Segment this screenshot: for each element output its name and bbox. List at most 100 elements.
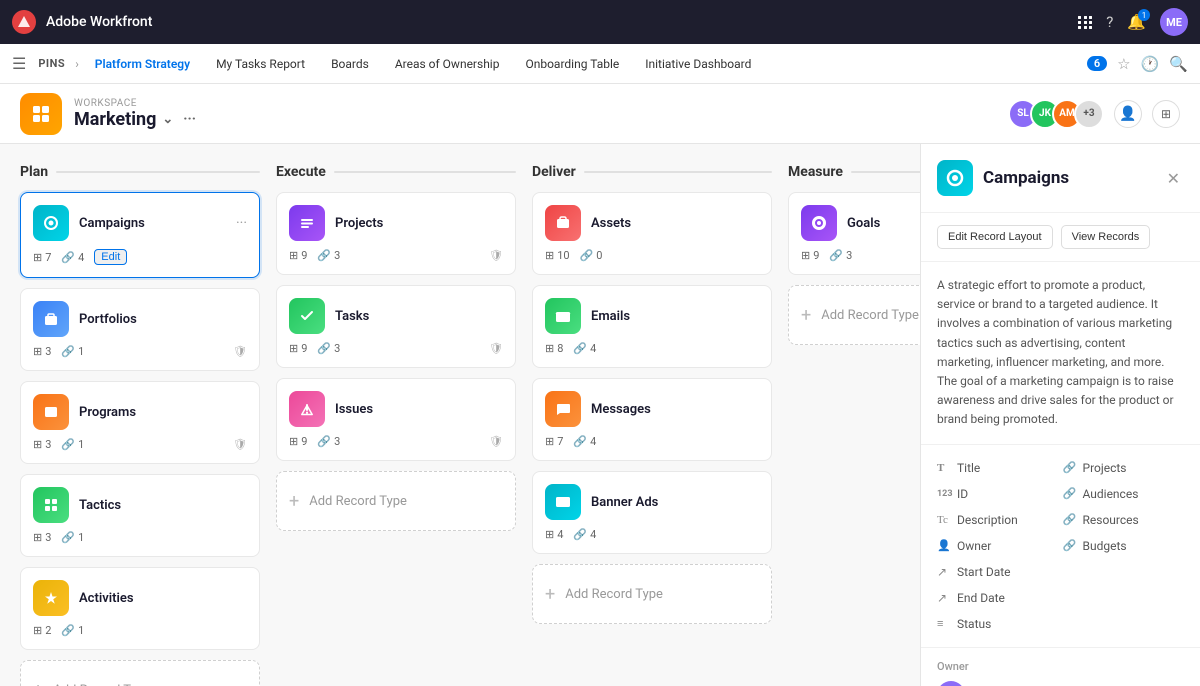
search-icon[interactable]: 🔍 <box>1169 55 1188 73</box>
panel-campaigns-icon <box>937 160 973 196</box>
app-logo <box>12 10 36 34</box>
tactics-icon <box>33 487 69 523</box>
add-measure-icon: + <box>801 305 811 326</box>
pins-bar: ☰ PINS › Platform Strategy My Tasks Repo… <box>0 44 1200 84</box>
field-budgets-link: 🔗 Budgets <box>1063 537 1185 555</box>
banner-ads-icon <box>545 484 581 520</box>
edit-layout-button[interactable]: Edit Record Layout <box>937 225 1053 249</box>
workspace-label: WORKSPACE <box>74 98 196 109</box>
id-type-icon: 123 <box>937 489 951 499</box>
detail-panel: Campaigns ✕ Edit Record Layout View Reco… <box>920 144 1200 686</box>
activities-icon <box>33 580 69 616</box>
add-record-deliver[interactable]: + Add Record Type <box>532 564 772 624</box>
panel-actions: Edit Record Layout View Records <box>921 213 1200 262</box>
card-activities[interactable]: Activities ⊞ 2 🔗 1 <box>20 567 260 650</box>
app-name: Adobe Workfront <box>46 14 152 30</box>
board-area: Plan Campaigns ··· ⊞ 7 <box>0 144 920 686</box>
campaigns-more-icon[interactable]: ··· <box>236 215 247 231</box>
emails-title: Emails <box>591 309 759 324</box>
panel-header: Campaigns ✕ <box>921 144 1200 213</box>
add-plan-label: Add Record Type <box>53 683 151 686</box>
grid-icon[interactable] <box>1078 16 1092 29</box>
field-audiences-link: 🔗 Audiences <box>1063 485 1185 503</box>
tactics-title: Tactics <box>79 498 247 513</box>
user-avatar[interactable]: ME <box>1160 8 1188 36</box>
audiences-link-icon: 🔗 <box>1063 487 1077 500</box>
field-id: 123 ID <box>937 485 1059 503</box>
tasks-shield-icon: 🛡 <box>489 342 503 355</box>
card-messages[interactable]: Messages ⊞ 7 🔗 4 <box>532 378 772 461</box>
add-record-plan[interactable]: + Add Record Type <box>20 660 260 686</box>
owner-row: SL Sarah Lieschman + <box>937 681 1184 686</box>
goals-icon <box>801 205 837 241</box>
column-deliver: Deliver Assets ⊞ 10 <box>532 164 772 666</box>
field-projects-link: 🔗 Projects <box>1063 459 1185 477</box>
card-assets[interactable]: Assets ⊞ 10 🔗 0 <box>532 192 772 275</box>
panel-fields: T Title 🔗 Projects 123 ID 🔗 Audiences Tc <box>921 445 1200 647</box>
workspace-name: Marketing ⌄ ··· <box>74 109 196 130</box>
end-date-icon: ↗ <box>937 591 951 605</box>
star-icon[interactable]: ☆ <box>1117 55 1130 73</box>
workspace-right: SL JK AM +3 👤 ⊞ <box>1008 99 1180 129</box>
column-plan: Plan Campaigns ··· ⊞ 7 <box>20 164 260 666</box>
card-tasks[interactable]: Tasks ⊞ 9 🔗 3 🛡 <box>276 285 516 368</box>
add-deliver-icon: + <box>545 584 555 605</box>
bell-icon[interactable]: 🔔 1 <box>1127 13 1146 31</box>
field-title: T Title <box>937 459 1059 477</box>
pin-initiative-dashboard[interactable]: Initiative Dashboard <box>635 53 761 75</box>
owner-section-label: Owner <box>937 660 1184 673</box>
view-records-button[interactable]: View Records <box>1061 225 1151 249</box>
field-resources-link: 🔗 Resources <box>1063 511 1185 529</box>
goals-title: Goals <box>847 216 920 231</box>
help-icon[interactable]: ? <box>1106 13 1113 31</box>
share-button[interactable]: 👤 <box>1114 100 1142 128</box>
campaigns-icon <box>33 205 69 241</box>
panel-close-button[interactable]: ✕ <box>1163 165 1184 192</box>
field-start-date: ↗ Start Date <box>937 563 1059 581</box>
add-record-execute[interactable]: + Add Record Type <box>276 471 516 531</box>
pin-areas-ownership[interactable]: Areas of Ownership <box>385 53 510 75</box>
field-description: Tc Description <box>937 511 1059 529</box>
card-issues[interactable]: Issues ⊞ 9 🔗 3 🛡 <box>276 378 516 461</box>
column-execute: Execute Projects ⊞ 9 <box>276 164 516 666</box>
card-campaigns-top: Campaigns ··· <box>33 205 247 241</box>
pin-onboarding-table[interactable]: Onboarding Table <box>515 53 629 75</box>
messages-icon <box>545 391 581 427</box>
card-emails[interactable]: Emails ⊞ 8 🔗 4 <box>532 285 772 368</box>
portfolios-title: Portfolios <box>79 312 247 327</box>
projects-link-icon: 🔗 <box>1063 461 1077 474</box>
workspace-more-icon[interactable]: ··· <box>183 111 196 127</box>
card-campaigns[interactable]: Campaigns ··· ⊞ 7 🔗 4 true Edit <box>20 192 260 278</box>
top-navigation: Adobe Workfront ? 🔔 1 ME <box>0 0 1200 44</box>
budgets-link-icon: 🔗 <box>1063 539 1077 552</box>
title-type-icon: T <box>937 462 951 474</box>
card-banner-ads[interactable]: Banner Ads ⊞ 4 🔗 4 <box>532 471 772 554</box>
card-portfolios[interactable]: Portfolios ⊞ 3 🔗 1 🛡 <box>20 288 260 371</box>
campaigns-edit-button[interactable]: Edit <box>94 249 127 265</box>
pin-platform-strategy[interactable]: Platform Strategy <box>85 53 200 75</box>
issues-shield-icon: 🛡 <box>489 435 503 448</box>
issues-icon <box>289 391 325 427</box>
projects-shield-icon: 🛡 <box>489 249 503 262</box>
avatar-extra-count: +3 <box>1074 99 1104 129</box>
column-plan-header: Plan <box>20 164 260 180</box>
plan-cards: Campaigns ··· ⊞ 7 🔗 4 true Edit <box>20 192 260 686</box>
card-tactics[interactable]: Tactics ⊞ 3 🔗 1 <box>20 474 260 557</box>
hamburger-icon[interactable]: ☰ <box>12 54 26 73</box>
add-execute-label: Add Record Type <box>309 494 407 509</box>
fields-grid: T Title 🔗 Projects 123 ID 🔗 Audiences Tc <box>937 459 1184 633</box>
activities-title: Activities <box>79 591 247 606</box>
avatar-stack: SL JK AM +3 <box>1008 99 1104 129</box>
nav-right: ? 🔔 1 ME <box>1078 8 1188 36</box>
programs-title: Programs <box>79 405 247 420</box>
card-projects[interactable]: Projects ⊞ 9 🔗 3 🛡 <box>276 192 516 275</box>
history-icon[interactable]: 🕐 <box>1141 55 1160 73</box>
card-programs[interactable]: Programs ⊞ 3 🔗 1 🛡 <box>20 381 260 464</box>
pin-tasks-report[interactable]: My Tasks Report <box>206 53 315 75</box>
workspace-chevron-icon[interactable]: ⌄ <box>162 112 173 127</box>
expand-button[interactable]: ⊞ <box>1152 100 1180 128</box>
card-goals[interactable]: Goals ⊞ 9 🔗 3 <box>788 192 920 275</box>
add-record-measure[interactable]: + Add Record Type <box>788 285 920 345</box>
field-status: ≡ Status <box>937 615 1059 633</box>
pin-boards[interactable]: Boards <box>321 53 379 75</box>
